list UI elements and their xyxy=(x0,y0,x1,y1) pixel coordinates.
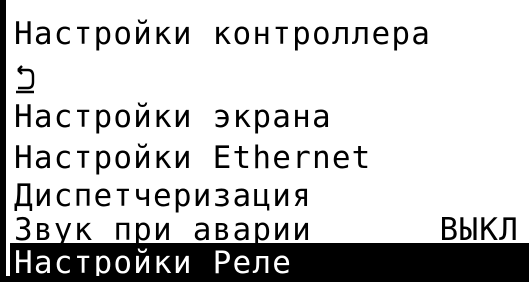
screen-title: Настройки контроллера xyxy=(14,14,519,54)
menu-item-label: Настройки Реле xyxy=(14,245,293,281)
back-button[interactable] xyxy=(14,57,519,97)
screen-title-text: Настройки контроллера xyxy=(14,16,432,52)
menu-item-relay-settings[interactable]: Настройки Реле xyxy=(10,243,529,282)
lcd-screen: Настройки контроллера Настройки экрана Н… xyxy=(0,0,529,282)
menu-item-screen-settings[interactable]: Настройки экрана xyxy=(14,97,519,137)
menu-item-ethernet-settings[interactable]: Настройки Ethernet xyxy=(14,138,519,178)
menu-item-label: Настройки Ethernet xyxy=(14,140,372,176)
return-arrow-icon xyxy=(16,64,35,93)
menu-item-label: Настройки экрана xyxy=(14,99,332,135)
